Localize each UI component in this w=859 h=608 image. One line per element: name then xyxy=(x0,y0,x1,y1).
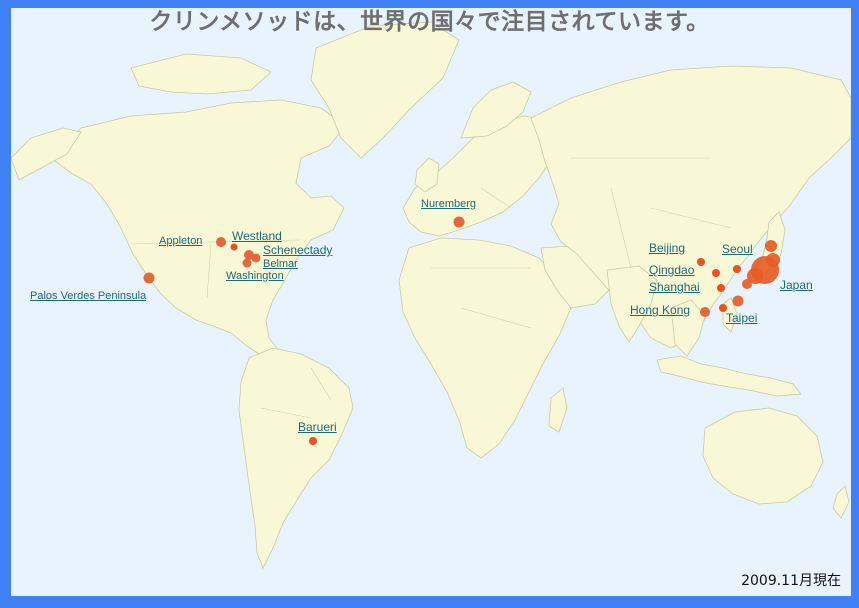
city-label-qingdao[interactable]: Qingdao xyxy=(649,263,694,277)
city-label-washington[interactable]: Washington xyxy=(226,270,284,282)
city-label-hong-kong[interactable]: Hong Kong xyxy=(630,303,690,317)
city-label-nuremberg[interactable]: Nuremberg xyxy=(421,198,476,210)
markers-layer xyxy=(143,216,780,445)
marker-shanghai[interactable] xyxy=(717,284,725,292)
marker-westland[interactable] xyxy=(230,243,238,251)
city-label-belmar[interactable]: Belmar xyxy=(263,258,298,270)
marker-japan-kyushu[interactable] xyxy=(742,279,752,289)
city-label-westland[interactable]: Westland xyxy=(232,229,282,243)
marker-japan-north[interactable] xyxy=(765,240,777,252)
marker-washington[interactable] xyxy=(242,258,252,268)
marker-palos-verdes[interactable] xyxy=(143,272,155,284)
city-label-japan[interactable]: Japan xyxy=(780,278,813,292)
city-label-appleton[interactable]: Appleton xyxy=(159,235,202,247)
marker-belmar[interactable] xyxy=(251,253,261,263)
marker-nuremberg[interactable] xyxy=(453,216,465,228)
marker-qingdao[interactable] xyxy=(712,269,720,277)
city-label-beijing[interactable]: Beijing xyxy=(649,241,685,255)
marker-seoul[interactable] xyxy=(733,265,741,273)
city-label-schenectady[interactable]: Schenectady xyxy=(263,243,332,257)
marker-barueri[interactable] xyxy=(309,437,317,445)
page-title: クリンメソッドは、世界の国々で注目されています。 xyxy=(149,9,710,35)
city-label-taipei[interactable]: Taipei xyxy=(726,311,757,325)
marker-japan-tohoku[interactable] xyxy=(766,253,780,267)
city-label-shanghai[interactable]: Shanghai xyxy=(649,280,700,294)
city-label-palos-verdes[interactable]: Palos Verdes Peninsula xyxy=(30,290,146,302)
marker-beijing[interactable] xyxy=(697,258,705,266)
world-map[interactable] xyxy=(11,8,851,596)
date-note: 2009.11月現在 xyxy=(741,573,841,589)
marker-hong-kong[interactable] xyxy=(700,307,710,317)
marker-taipei[interactable] xyxy=(732,295,744,307)
city-label-seoul[interactable]: Seoul xyxy=(722,242,753,256)
city-label-barueri[interactable]: Barueri xyxy=(298,420,337,434)
marker-appleton[interactable] xyxy=(216,237,226,247)
